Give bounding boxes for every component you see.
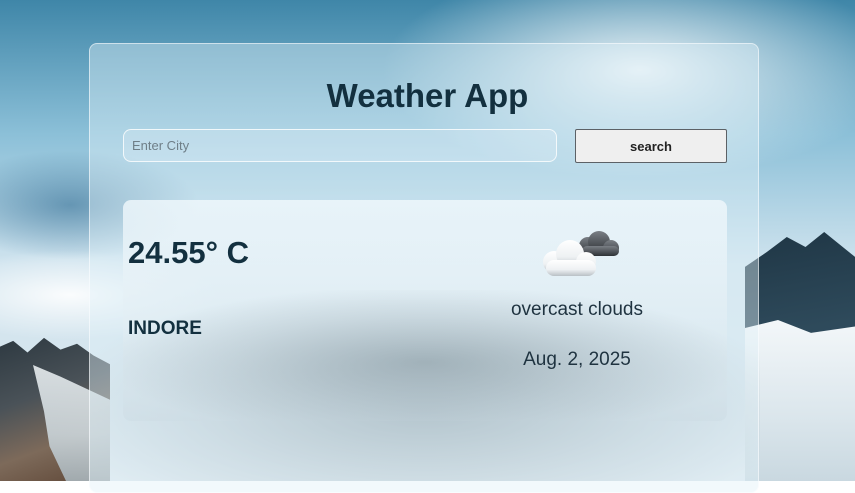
city-name: INDORE: [128, 318, 202, 339]
weather-date: Aug. 2, 2025: [523, 349, 631, 370]
overcast-cloud-icon: [543, 231, 619, 276]
search-button[interactable]: search: [575, 129, 727, 163]
weather-result-card: 24.55° C INDORE overcast clouds Aug. 2, …: [123, 200, 727, 421]
temperature-value: 24.55° C: [128, 235, 249, 270]
weather-description: overcast clouds: [510, 299, 643, 320]
app-title: Weather App: [326, 77, 529, 114]
city-search-input[interactable]: [123, 129, 557, 162]
mountain-right-snow: [745, 320, 855, 481]
